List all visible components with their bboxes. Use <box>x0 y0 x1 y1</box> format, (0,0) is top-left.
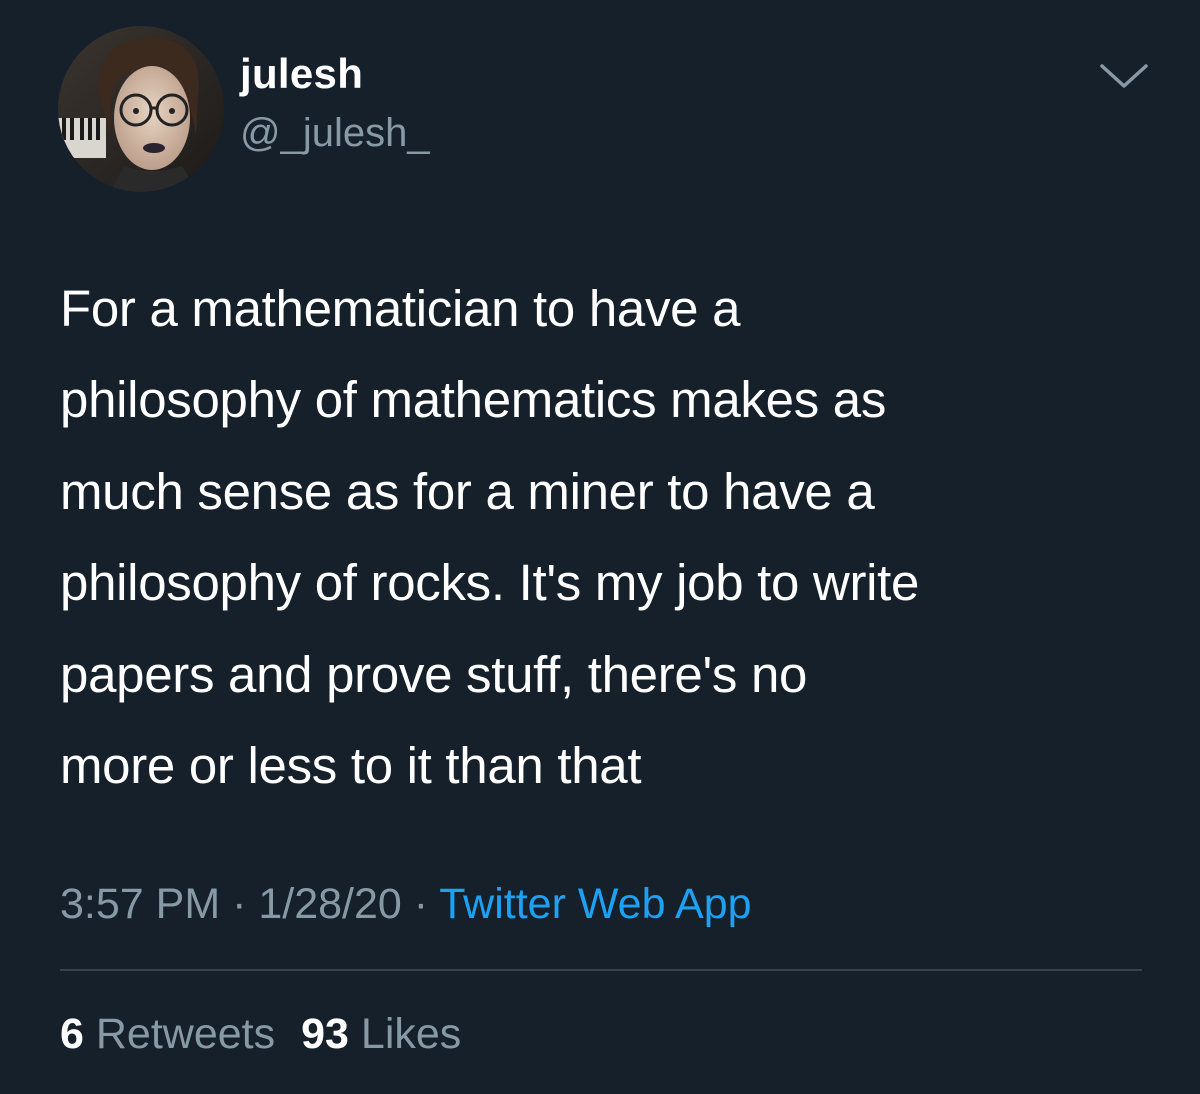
username-handle[interactable]: @_julesh_ <box>240 108 430 158</box>
likes-stat[interactable]: 93 Likes <box>301 1010 461 1058</box>
engagement-stats: 6 Retweets 93 Likes <box>60 1006 461 1062</box>
tweet-detail: julesh @_julesh_ For a mathematician to … <box>0 0 1200 1094</box>
retweets-label: Retweets <box>95 1010 276 1058</box>
likes-label: Likes <box>360 1010 462 1058</box>
chevron-down-icon[interactable] <box>1094 52 1154 98</box>
display-name[interactable]: julesh <box>240 48 363 100</box>
profile-photo-image <box>58 26 224 192</box>
tweet-source-link[interactable]: Twitter Web App <box>439 880 751 928</box>
retweets-stat[interactable]: 6 Retweets <box>60 1010 275 1058</box>
tweet-text: For a mathematician to have a philosophy… <box>60 280 920 795</box>
retweets-count: 6 <box>60 1010 84 1058</box>
likes-count: 93 <box>301 1010 349 1058</box>
divider <box>60 969 1142 971</box>
tweet-time[interactable]: 3:57 PM <box>60 880 220 928</box>
tweet-date[interactable]: 1/28/20 <box>258 880 401 928</box>
avatar[interactable] <box>58 26 224 192</box>
tweet-metadata: 3:57 PM · 1/28/20 · Twitter Web App <box>60 876 752 932</box>
meta-separator: · <box>220 880 259 928</box>
meta-separator: · <box>401 880 440 928</box>
